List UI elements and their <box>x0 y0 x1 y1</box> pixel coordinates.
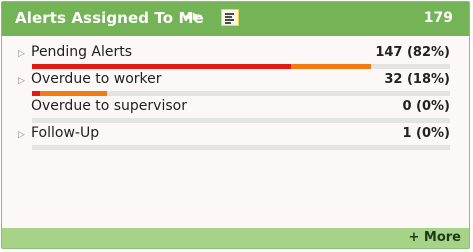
widget-nav: ◀▶ <box>184 11 201 22</box>
row-value: 0 (0%) <box>402 99 450 114</box>
row-value: 1 (0%) <box>402 126 450 141</box>
row-value: 147 (82%) <box>375 45 450 60</box>
row-follow-up[interactable]: ▷ Follow-Up 1 (0%) <box>16 125 450 151</box>
progress-track <box>32 118 450 123</box>
progress-track <box>32 91 450 96</box>
chevron-left-icon[interactable]: ◀ <box>184 11 193 22</box>
widget-footer: + More <box>2 228 469 248</box>
progress-red <box>32 91 41 96</box>
expand-triangle-icon[interactable]: ▷ <box>18 49 25 59</box>
row-overdue-supervisor: Overdue to supervisor 0 (0%) <box>16 98 450 124</box>
progress-orange <box>40 91 108 96</box>
row-overdue-worker[interactable]: ▷ Overdue to worker 32 (18%) <box>16 71 450 97</box>
progress-track <box>32 64 450 69</box>
row-label: Pending Alerts <box>31 44 133 60</box>
progress-red <box>32 64 292 69</box>
row-value: 32 (18%) <box>384 72 450 87</box>
progress-track <box>32 145 450 150</box>
total-count: 179 <box>423 10 453 26</box>
expand-triangle-icon[interactable]: ▷ <box>18 76 25 86</box>
list-view-icon[interactable] <box>221 9 239 26</box>
row-label: Follow-Up <box>31 125 100 141</box>
progress-orange <box>291 64 371 69</box>
more-link[interactable]: + More <box>408 230 461 245</box>
row-label: Overdue to worker <box>31 71 162 87</box>
row-pending-alerts[interactable]: ▷ Pending Alerts 147 (82%) <box>16 44 450 70</box>
widget-header: Alerts Assigned To Me ◀▶ 179 <box>2 2 469 36</box>
alerts-widget: Alerts Assigned To Me ◀▶ 179 ▷ Pending A… <box>1 1 470 249</box>
row-label: Overdue to supervisor <box>31 98 187 114</box>
expand-triangle-icon[interactable]: ▷ <box>18 130 25 140</box>
chevron-right-icon[interactable]: ▶ <box>193 11 202 22</box>
widget-title: Alerts Assigned To Me <box>15 9 204 27</box>
